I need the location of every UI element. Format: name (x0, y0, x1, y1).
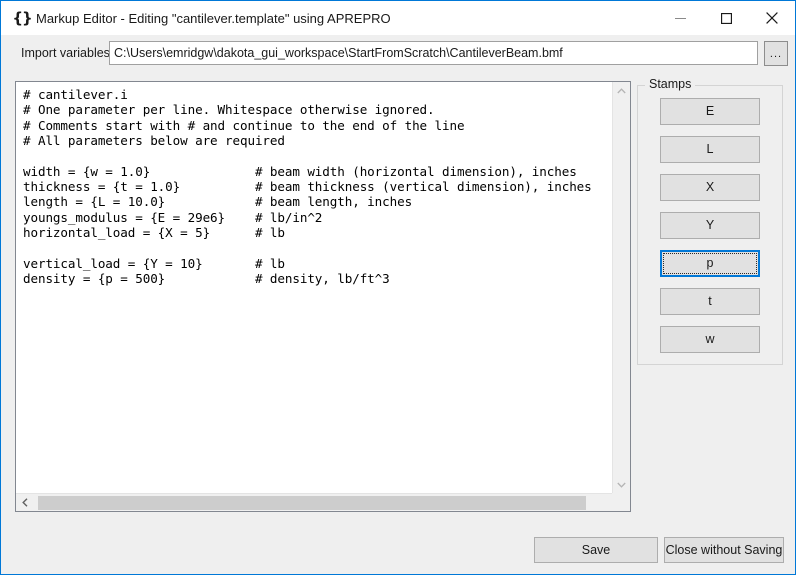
braces-icon: {} (12, 8, 32, 27)
save-button[interactable]: Save (534, 537, 658, 563)
scroll-up-icon (617, 87, 626, 93)
stamps-group-label: Stamps (645, 77, 696, 91)
stamp-button-e[interactable]: E (660, 98, 760, 125)
stamps-group: Stamps E L X Y p t w (637, 77, 783, 365)
scroll-down-button[interactable] (613, 476, 630, 493)
close-without-saving-button[interactable]: Close without Saving (664, 537, 784, 563)
import-path-input[interactable] (109, 41, 758, 65)
import-variables-label: Import variables (21, 46, 110, 60)
minimize-icon (674, 17, 686, 19)
scrollbar-corner (612, 493, 630, 511)
stamp-button-l[interactable]: L (660, 136, 760, 163)
maximize-icon (720, 12, 732, 24)
horizontal-scroll-thumb[interactable] (38, 496, 586, 510)
stamp-button-x[interactable]: X (660, 174, 760, 201)
maximize-button[interactable] (703, 1, 749, 35)
editor-horizontal-scrollbar[interactable] (16, 493, 630, 511)
scroll-down-icon (617, 482, 626, 488)
browse-button[interactable]: ... (764, 41, 788, 66)
scroll-up-button[interactable] (613, 82, 630, 99)
editor-vertical-scrollbar[interactable] (612, 82, 630, 493)
import-variables-row: Import variables ... (1, 35, 795, 75)
stamp-button-y[interactable]: Y (660, 212, 760, 239)
template-editor: # cantilever.i # One parameter per line.… (15, 81, 631, 512)
close-button[interactable] (749, 1, 795, 35)
minimize-button[interactable] (657, 1, 703, 35)
stamp-button-w[interactable]: w (660, 326, 760, 353)
window-title: Markup Editor - Editing "cantilever.temp… (36, 10, 391, 26)
editor-text[interactable]: # cantilever.i # One parameter per line.… (16, 82, 612, 286)
close-icon (766, 12, 778, 24)
markup-editor-window: {} Markup Editor - Editing "cantilever.t… (0, 0, 796, 575)
editor-viewport[interactable]: # cantilever.i # One parameter per line.… (16, 82, 612, 493)
window-controls (657, 1, 795, 35)
stamp-button-p[interactable]: p (660, 250, 760, 277)
stamp-button-t[interactable]: t (660, 288, 760, 315)
scroll-left-icon (21, 498, 27, 507)
scroll-left-button[interactable] (16, 494, 33, 511)
titlebar: {} Markup Editor - Editing "cantilever.t… (1, 1, 795, 35)
